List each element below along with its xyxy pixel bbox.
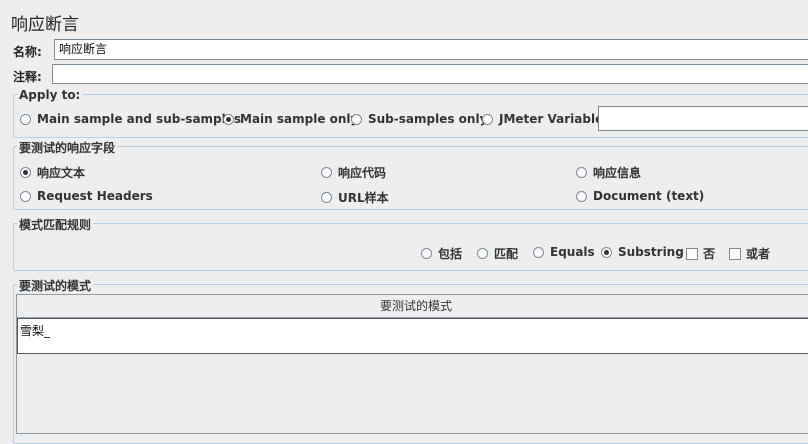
apply-main-and-sub-radio[interactable]: Main sample and sub-samples: [20, 112, 241, 126]
apply-jmeter-variable-radio[interactable]: JMeter Variable: [482, 112, 603, 126]
option-label: Equals: [550, 245, 595, 259]
option-label: 包括: [438, 247, 463, 261]
radio-icon: [477, 248, 488, 259]
patterns-table: 要测试的模式 雪梨_: [16, 294, 808, 434]
radio-icon: [576, 167, 587, 178]
radio-icon: [576, 190, 587, 202]
option-label: 否: [703, 247, 716, 261]
radio-icon: [351, 113, 362, 125]
checkbox-icon: [686, 247, 698, 260]
radio-icon: [20, 190, 31, 202]
comment-label: 注释:: [13, 70, 42, 84]
pattern-rules-title: 模式匹配规则: [17, 216, 94, 233]
field-response-text-radio[interactable]: 响应文本: [20, 164, 85, 181]
patterns-title: 要测试的模式: [17, 277, 94, 294]
apply-main-only-radio[interactable]: Main sample only: [223, 112, 358, 126]
patterns-column-header[interactable]: 要测试的模式: [17, 295, 808, 318]
rule-equals-radio[interactable]: Equals: [533, 245, 595, 259]
field-response-message-radio[interactable]: 响应信息: [576, 164, 641, 181]
radio-icon: [421, 248, 432, 259]
comment-field[interactable]: [52, 64, 808, 84]
field-url-sample-radio[interactable]: URL样本: [321, 189, 389, 206]
option-label: Sub-samples only: [368, 112, 488, 126]
name-label: 名称:: [13, 45, 42, 59]
rule-not-checkbox[interactable]: 否: [686, 245, 715, 262]
option-label: URL样本: [338, 191, 389, 205]
rule-or-checkbox[interactable]: 或者: [729, 245, 770, 262]
field-document-text-radio[interactable]: Document (text): [576, 189, 704, 203]
option-label: Main sample and sub-samples: [37, 112, 242, 126]
radio-icon: [20, 113, 31, 125]
option-label: Request Headers: [37, 189, 153, 203]
checkbox-icon: [729, 247, 741, 260]
pattern-row-cell[interactable]: 雪梨_: [17, 318, 808, 354]
jmeter-variable-input[interactable]: [598, 106, 808, 131]
option-label: 匹配: [494, 247, 519, 261]
name-field[interactable]: 响应断言: [54, 39, 808, 60]
field-response-code-radio[interactable]: 响应代码: [321, 164, 386, 181]
radio-selected-icon: [223, 113, 234, 125]
option-label: 响应信息: [593, 166, 642, 180]
option-label: JMeter Variable: [499, 112, 604, 126]
apply-to-title: Apply to:: [17, 88, 83, 102]
option-label: 响应代码: [338, 166, 387, 180]
radio-icon: [321, 192, 332, 203]
rule-substring-radio[interactable]: Substring: [601, 245, 684, 259]
option-label: 响应文本: [37, 166, 86, 180]
rule-contains-radio[interactable]: 包括: [421, 245, 462, 262]
option-label: Main sample only: [240, 112, 359, 126]
rule-matches-radio[interactable]: 匹配: [477, 245, 518, 262]
field-request-headers-radio[interactable]: Request Headers: [20, 189, 153, 203]
page-title: 响应断言: [11, 15, 79, 35]
radio-icon: [321, 167, 332, 178]
radio-icon: [482, 113, 493, 125]
option-label: Document (text): [593, 189, 705, 203]
apply-sub-only-radio[interactable]: Sub-samples only: [351, 112, 487, 126]
radio-selected-icon: [601, 246, 612, 258]
radio-icon: [533, 246, 544, 258]
option-label: 或者: [746, 247, 771, 261]
option-label: Substring: [618, 245, 684, 259]
response-field-title: 要测试的响应字段: [17, 139, 118, 156]
radio-selected-icon: [20, 167, 31, 178]
